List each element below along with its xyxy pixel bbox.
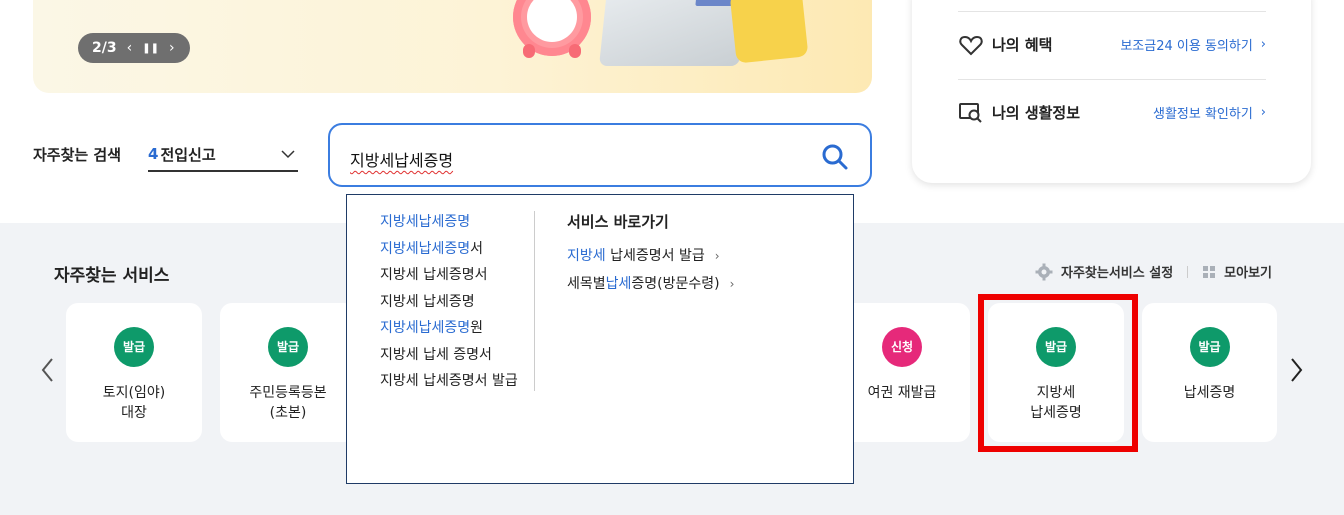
search-query: 지방세납세증명	[350, 151, 454, 170]
issue-badge: 발급	[114, 327, 154, 367]
frequent-search-label: 자주찾는 검색	[33, 146, 122, 164]
my-benefit-title: 나의 혜택	[992, 36, 1053, 54]
keyword-text: 전입신고	[160, 145, 216, 164]
suggestion-item[interactable]: 지방세납세증명	[380, 209, 540, 236]
service-card-land-register[interactable]: 발급 토지(임야) 대장	[66, 303, 202, 442]
my-life-info-row[interactable]: 나의 생활정보 생활정보 확인하기 ›	[958, 79, 1266, 145]
carousel-prev-icon[interactable]	[38, 355, 58, 385]
alarm-clock-illustration	[513, 0, 591, 58]
shortcut-item[interactable]: 지방세 납세증명서 발급 ›	[567, 242, 734, 270]
user-info-panel: 나의 혜택 보조금24 이용 동의하기 › 나의 생활정보 생활정보 확인하기 …	[912, 0, 1311, 183]
grid-icon	[1203, 265, 1216, 278]
gear-icon	[1035, 263, 1053, 280]
suggestion-item[interactable]: 지방세 납세증명서	[380, 262, 540, 289]
service-shortcuts: 서비스 바로가기 지방세 납세증명서 발급 › 세목별납세증명(방문수령) ›	[567, 211, 734, 298]
heart-icon	[959, 35, 983, 55]
suggestion-list: 지방세납세증명 지방세납세증명서 지방세 납세증명서 지방세 납세증명 지방세납…	[380, 209, 540, 395]
keyword-rank: 4	[148, 145, 159, 163]
suggestion-item[interactable]: 지방세 납세 증명서	[380, 342, 540, 369]
suggestion-item[interactable]: 지방세납세증명원	[380, 315, 540, 342]
chevron-right-icon: ›	[1260, 37, 1266, 52]
issue-badge: 발급	[268, 327, 308, 367]
tablet-illustration	[599, 0, 747, 66]
pager-count: 2/3	[92, 40, 117, 56]
service-card-label: 주민등록등본 (초본)	[249, 385, 327, 421]
service-settings-link[interactable]: 자주찾는서비스 설정	[1061, 262, 1173, 281]
service-card-tax-certificate[interactable]: 발급 납세증명	[1142, 303, 1277, 442]
service-card-label: 여권 재발급	[867, 385, 937, 401]
divider	[1187, 265, 1189, 278]
carousel-next-icon[interactable]	[1286, 355, 1306, 385]
banner-pager: 2/3 ‹ ❚❚ ›	[78, 33, 190, 63]
chevron-right-icon: ›	[1260, 105, 1266, 120]
shortcut-item[interactable]: 세목별납세증명(방문수령) ›	[567, 270, 734, 298]
chevron-right-icon: ›	[714, 249, 720, 263]
section-title: 자주찾는 서비스	[54, 266, 170, 286]
subsidy-consent-link[interactable]: 보조금24 이용 동의하기 ›	[1120, 35, 1266, 54]
dropdown-divider	[534, 211, 535, 391]
search-input[interactable]: 지방세납세증명	[328, 123, 872, 187]
life-info-link[interactable]: 생활정보 확인하기 ›	[1153, 103, 1266, 122]
suggestion-item[interactable]: 지방세납세증명서	[380, 236, 540, 263]
apply-badge: 신청	[882, 327, 922, 367]
my-benefit-row[interactable]: 나의 혜택 보조금24 이용 동의하기 ›	[958, 11, 1266, 77]
pause-icon[interactable]: ❚❚	[142, 43, 159, 54]
chevron-down-icon	[281, 150, 295, 159]
autocomplete-dropdown: 지방세납세증명 지방세납세증명서 지방세 납세증명서 지방세 납세증명 지방세납…	[346, 194, 854, 484]
highlight-box	[978, 294, 1138, 452]
screen-search-icon	[959, 102, 982, 123]
section-tools: 자주찾는서비스 설정 모아보기	[1035, 262, 1272, 281]
issue-badge: 발급	[1189, 327, 1230, 367]
search-icon[interactable]	[820, 142, 850, 172]
suggestion-item[interactable]: 지방세 납세증명서 발급	[380, 368, 540, 395]
prev-icon[interactable]: ‹	[127, 40, 133, 56]
view-all-link[interactable]: 모아보기	[1224, 262, 1272, 281]
service-card-passport-reissue[interactable]: 신청 여권 재발급	[834, 303, 970, 442]
my-life-info-title: 나의 생활정보	[992, 104, 1081, 122]
chevron-right-icon: ›	[729, 277, 735, 291]
next-icon[interactable]: ›	[169, 40, 175, 56]
service-card-resident-register[interactable]: 발급 주민등록등본 (초본)	[220, 303, 356, 442]
service-card-label: 토지(임야) 대장	[102, 385, 166, 421]
card-illustration	[729, 0, 809, 64]
shortcut-title: 서비스 바로가기	[567, 213, 669, 231]
frequent-keyword-select[interactable]: 4 전입신고	[148, 138, 298, 172]
suggestion-item[interactable]: 지방세 납세증명	[380, 289, 540, 316]
service-card-label: 납세증명	[1183, 385, 1236, 401]
